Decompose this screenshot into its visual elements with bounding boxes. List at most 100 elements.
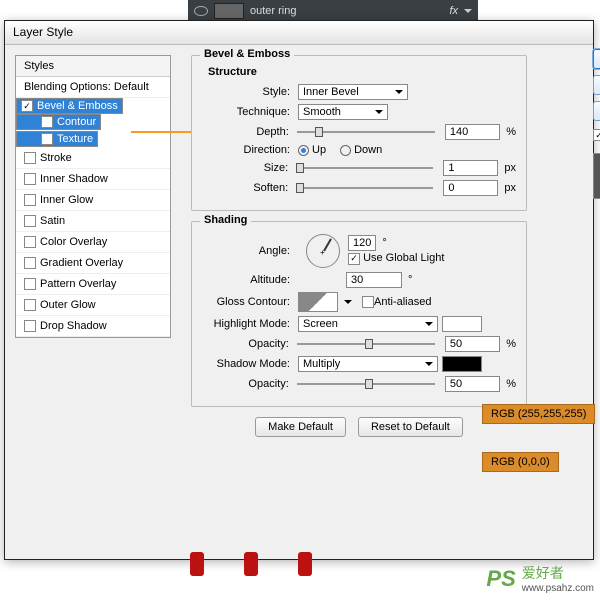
antialiased-label: Anti-aliased xyxy=(374,296,431,308)
size-slider[interactable] xyxy=(296,162,433,174)
checkbox-icon[interactable] xyxy=(41,116,53,128)
unit-label: px xyxy=(504,182,516,194)
sidebar-item-color-overlay[interactable]: Color Overlay xyxy=(16,232,170,253)
sidebar-item-label: Bevel & Emboss xyxy=(37,100,118,112)
checkbox-icon[interactable] xyxy=(24,236,36,248)
angle-input[interactable]: 120 xyxy=(348,235,376,251)
sidebar-item-label: Satin xyxy=(40,215,65,227)
shadow-mode-select[interactable]: Multiply xyxy=(298,356,438,372)
highlight-mode-select[interactable]: Screen xyxy=(298,316,438,332)
watermark: PS 爱好者 www.psahz.com xyxy=(486,563,594,594)
angle-label: Angle: xyxy=(202,245,298,257)
style-select[interactable]: Inner Bevel xyxy=(298,84,408,100)
checkbox-icon[interactable] xyxy=(24,257,36,269)
soften-label: Soften: xyxy=(202,182,296,194)
technique-select[interactable]: Smooth xyxy=(298,104,388,120)
chevron-down-icon xyxy=(395,90,403,98)
sidebar-item-texture[interactable]: Texture xyxy=(16,131,98,147)
gloss-contour-picker[interactable] xyxy=(298,292,338,312)
sidebar-item-label: Texture xyxy=(57,133,93,145)
checkbox-icon[interactable] xyxy=(24,215,36,227)
watermark-logo: PS xyxy=(486,566,515,592)
highlight-opacity-input[interactable]: 50 xyxy=(445,336,500,352)
checkbox-icon[interactable] xyxy=(41,133,53,145)
reset-default-button[interactable]: Reset to Default xyxy=(358,417,463,437)
sidebar-item-inner-shadow[interactable]: Inner Shadow xyxy=(16,169,170,190)
checkbox-icon[interactable] xyxy=(24,152,36,164)
sidebar-item-bevel[interactable]: Bevel & Emboss xyxy=(16,98,123,114)
highlight-color-swatch[interactable] xyxy=(442,316,482,332)
highlight-opacity-slider[interactable] xyxy=(297,338,435,350)
watermark-url: www.psahz.com xyxy=(522,583,594,594)
depth-input[interactable]: 140 xyxy=(445,124,500,140)
chevron-down-icon xyxy=(425,322,433,330)
fx-badge[interactable]: fx xyxy=(449,5,458,17)
depth-slider[interactable] xyxy=(297,126,435,138)
sidebar-item-drop-shadow[interactable]: Drop Shadow xyxy=(16,316,170,337)
down-label: Down xyxy=(354,144,382,156)
highlight-mode-value: Screen xyxy=(303,318,338,330)
sidebar-item-stroke[interactable]: Stroke xyxy=(16,148,170,169)
layer-name[interactable]: outer ring xyxy=(250,5,449,17)
sidebar-item-label: Color Overlay xyxy=(40,236,107,248)
global-light-checkbox[interactable] xyxy=(348,253,360,265)
unit-label: ° xyxy=(382,237,386,249)
soften-input[interactable]: 0 xyxy=(443,180,498,196)
chevron-down-icon[interactable] xyxy=(464,9,472,17)
sidebar-item-pattern-overlay[interactable]: Pattern Overlay xyxy=(16,274,170,295)
checkbox-icon[interactable] xyxy=(24,173,36,185)
sidebar-item-inner-glow[interactable]: Inner Glow xyxy=(16,190,170,211)
altitude-input[interactable]: 30 xyxy=(346,272,402,288)
visibility-eye-icon[interactable] xyxy=(194,6,208,16)
unit-label: % xyxy=(506,338,516,350)
direction-down-radio[interactable] xyxy=(340,145,351,156)
sidebar-header[interactable]: Styles xyxy=(16,56,170,77)
structure-title: Structure xyxy=(208,66,516,78)
make-default-button[interactable]: Make Default xyxy=(255,417,346,437)
sidebar-blending[interactable]: Blending Options: Default xyxy=(16,77,170,98)
highlight-opacity-label: Opacity: xyxy=(202,338,297,350)
checkbox-icon[interactable] xyxy=(24,299,36,311)
technique-value: Smooth xyxy=(303,106,341,118)
direction-up-radio[interactable] xyxy=(298,145,309,156)
cancel-button[interactable]: Cancel xyxy=(593,75,600,95)
layer-thumbnail[interactable] xyxy=(214,3,244,19)
bevel-emboss-panel: Bevel & Emboss Structure Style:Inner Bev… xyxy=(191,55,527,211)
sidebar-item-satin[interactable]: Satin xyxy=(16,211,170,232)
direction-label: Direction: xyxy=(202,144,298,156)
highlight-mode-label: Highlight Mode: xyxy=(202,318,298,330)
checkbox-icon[interactable] xyxy=(24,278,36,290)
shading-title: Shading xyxy=(200,214,251,226)
angle-dial[interactable]: + xyxy=(306,234,340,268)
checkbox-icon[interactable] xyxy=(24,320,36,332)
watermark-text: 爱好者 xyxy=(522,563,594,583)
unit-label: px xyxy=(504,162,516,174)
ok-button[interactable]: OK xyxy=(593,49,600,69)
checkbox-icon[interactable] xyxy=(24,194,36,206)
chevron-down-icon xyxy=(425,362,433,370)
shadow-opacity-input[interactable]: 50 xyxy=(445,376,500,392)
background-artifact xyxy=(190,552,312,576)
sidebar-item-label: Gradient Overlay xyxy=(40,257,123,269)
size-input[interactable]: 1 xyxy=(443,160,498,176)
shadow-opacity-slider[interactable] xyxy=(297,378,435,390)
chevron-down-icon xyxy=(375,110,383,118)
panel-title: Bevel & Emboss xyxy=(200,48,294,60)
technique-label: Technique: xyxy=(202,106,298,118)
shadow-color-swatch[interactable] xyxy=(442,356,482,372)
size-label: Size: xyxy=(202,162,296,174)
soften-slider[interactable] xyxy=(296,182,433,194)
dialog-buttons: OK Cancel New Style... Preview xyxy=(593,49,600,199)
checkbox-icon[interactable] xyxy=(21,100,33,112)
sidebar-item-outer-glow[interactable]: Outer Glow xyxy=(16,295,170,316)
altitude-label: Altitude: xyxy=(202,274,298,286)
chevron-down-icon[interactable] xyxy=(344,300,352,308)
antialiased-checkbox[interactable] xyxy=(362,296,374,308)
unit-label: % xyxy=(506,126,516,138)
gloss-contour-label: Gloss Contour: xyxy=(202,296,298,308)
preview-checkbox[interactable] xyxy=(593,129,600,141)
sidebar-item-gradient-overlay[interactable]: Gradient Overlay xyxy=(16,253,170,274)
new-style-button[interactable]: New Style... xyxy=(593,101,600,121)
sidebar-item-contour[interactable]: Contour xyxy=(16,114,101,130)
annotation-highlight-rgb: RGB (255,255,255) xyxy=(482,404,595,424)
